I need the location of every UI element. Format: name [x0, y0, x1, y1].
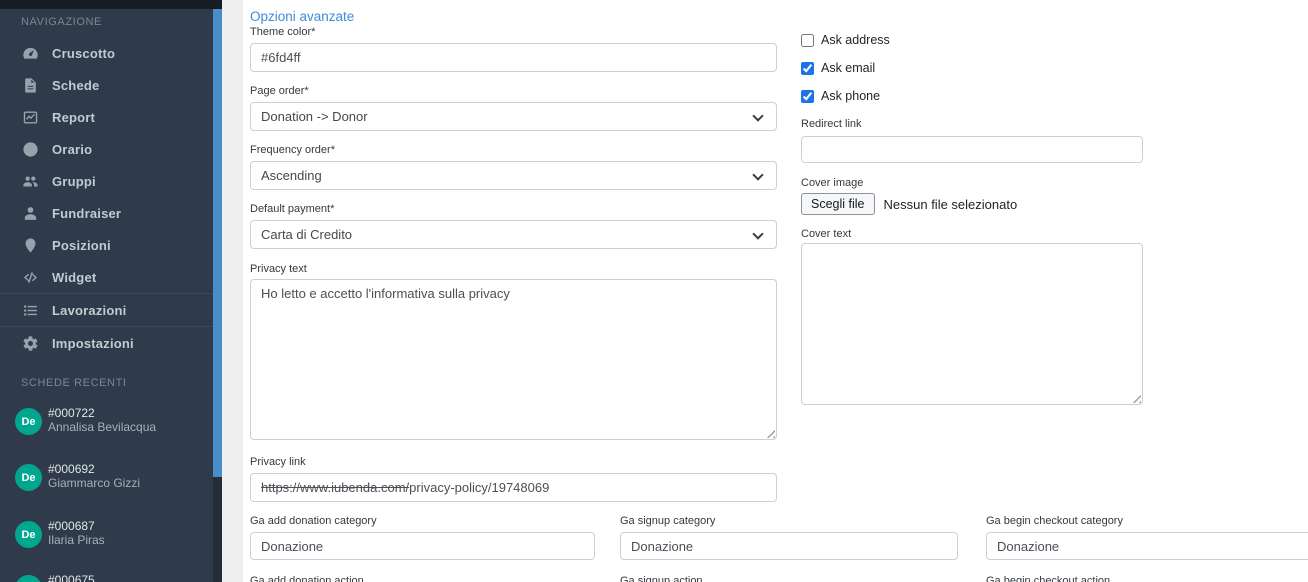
ga-add-donation-category-input[interactable] [250, 532, 595, 560]
nav-section-header: NAVIGAZIONE [21, 16, 102, 28]
sidebar-item-label: Posizioni [52, 238, 111, 253]
default-payment-label: Default payment* [250, 203, 334, 215]
ga-signup-action-label: Ga signup action [620, 575, 703, 582]
sidebar-item-orario[interactable]: Orario [0, 133, 213, 165]
privacy-link-input[interactable]: https://www.iubenda.com/privacy-policy/1… [250, 473, 777, 502]
ask-phone-label: Ask phone [821, 89, 880, 103]
sidebar: NAVIGAZIONE Cruscotto Schede Report Orar… [0, 0, 213, 582]
frequency-order-label: Frequency order* [250, 144, 335, 156]
ga-begin-checkout-category-label: Ga begin checkout category [986, 515, 1123, 527]
sidebar-item-posizioni[interactable]: Posizioni [0, 229, 213, 261]
cover-text-textarea[interactable] [801, 243, 1143, 405]
avatar: De [15, 408, 42, 435]
cover-image-file-input: Scegli file Nessun file selezionato [801, 193, 1017, 215]
frequency-order-value: Ascending [261, 168, 322, 183]
recent-card-item[interactable]: De #000722 Annalisa Bevilacqua [0, 406, 213, 440]
code-icon [22, 269, 39, 286]
chevron-down-icon [752, 110, 763, 121]
dashboard-icon [22, 45, 39, 62]
page-order-value: Donation -> Donor [261, 109, 368, 124]
app-window: NAVIGAZIONE Cruscotto Schede Report Orar… [0, 0, 1308, 582]
theme-color-label: Theme color* [250, 26, 315, 38]
recent-card-item[interactable]: De #000687 Ilaria Piras [0, 519, 213, 553]
ask-email-label: Ask email [821, 61, 875, 75]
recent-card-id: #000675 [48, 573, 95, 582]
sidebar-item-label: Schede [52, 78, 99, 93]
sidebar-item-widget[interactable]: Widget [0, 261, 213, 293]
tasks-icon [22, 302, 39, 319]
gear-icon [22, 335, 39, 352]
chevron-down-icon [752, 228, 763, 239]
recent-card-id: #000692 [48, 462, 95, 476]
recent-card-id: #000687 [48, 519, 95, 533]
recent-card-name: Ilaria Piras [48, 533, 105, 547]
sidebar-item-label: Orario [52, 142, 92, 157]
choose-file-button[interactable]: Scegli file [801, 193, 875, 215]
privacy-link-struck-text: https://www.iubenda.com/ [261, 480, 409, 495]
file-icon [22, 77, 39, 94]
sidebar-item-fundraiser[interactable]: Fundraiser [0, 197, 213, 229]
redirect-link-input[interactable] [801, 136, 1143, 163]
privacy-text-label: Privacy text [250, 263, 307, 275]
recent-card-item[interactable]: De #000675 [0, 573, 213, 582]
recent-card-name: Giammarco Gizzi [48, 476, 140, 490]
privacy-link-label: Privacy link [250, 456, 306, 468]
recent-section-header: SCHEDE RECENTI [21, 377, 127, 389]
ask-email-row: Ask email [801, 61, 875, 75]
sidebar-item-label: Fundraiser [52, 206, 121, 221]
map-pin-icon [22, 237, 39, 254]
chart-icon [22, 109, 39, 126]
clock-icon [22, 141, 39, 158]
default-payment-value: Carta di Credito [261, 227, 352, 242]
ask-address-row: Ask address [801, 33, 890, 47]
sidebar-item-lavorazioni[interactable]: Lavorazioni [0, 294, 213, 326]
ask-email-checkbox[interactable] [801, 62, 814, 75]
cover-image-label: Cover image [801, 177, 863, 189]
chevron-down-icon [752, 169, 763, 180]
ask-phone-checkbox[interactable] [801, 90, 814, 103]
ga-add-donation-action-label: Ga add donation action [250, 575, 364, 582]
sidebar-scrollbar [213, 0, 222, 582]
recent-card-id: #000722 [48, 406, 95, 420]
sidebar-item-label: Cruscotto [52, 46, 115, 61]
recent-card-item[interactable]: De #000692 Giammarco Gizzi [0, 462, 213, 496]
default-payment-select[interactable]: Carta di Credito [250, 220, 777, 249]
ga-add-donation-category-label: Ga add donation category [250, 515, 377, 527]
cover-text-label: Cover text [801, 228, 851, 240]
sidebar-item-label: Impostazioni [52, 336, 134, 351]
top-bar [0, 0, 222, 9]
recent-card-name: Annalisa Bevilacqua [48, 420, 156, 434]
sidebar-item-label: Widget [52, 270, 96, 285]
sidebar-item-label: Gruppi [52, 174, 96, 189]
user-icon [22, 205, 39, 222]
privacy-link-rest-text: privacy-policy/19748069 [409, 480, 549, 495]
sidebar-item-cruscotto[interactable]: Cruscotto [0, 37, 213, 69]
frequency-order-select[interactable]: Ascending [250, 161, 777, 190]
page-order-label: Page order* [250, 85, 309, 97]
avatar: De [15, 464, 42, 491]
avatar: De [15, 521, 42, 548]
advanced-options-link[interactable]: Opzioni avanzate [250, 9, 354, 24]
users-icon [22, 173, 39, 190]
ask-phone-row: Ask phone [801, 89, 880, 103]
ga-signup-category-label: Ga signup category [620, 515, 715, 527]
scrollbar-thumb[interactable] [213, 9, 222, 477]
sidebar-item-report[interactable]: Report [0, 101, 213, 133]
page-order-select[interactable]: Donation -> Donor [250, 102, 777, 131]
theme-color-input[interactable] [250, 43, 777, 72]
sidebar-item-gruppi[interactable]: Gruppi [0, 165, 213, 197]
privacy-text-textarea[interactable]: Ho letto e accetto l'informativa sulla p… [250, 279, 777, 440]
sidebar-item-label: Report [52, 110, 95, 125]
ask-address-checkbox[interactable] [801, 34, 814, 47]
sidebar-item-label: Lavorazioni [52, 303, 126, 318]
avatar: De [15, 575, 42, 582]
sidebar-item-impostazioni[interactable]: Impostazioni [0, 327, 213, 359]
ask-address-label: Ask address [821, 33, 890, 47]
file-status-text: Nessun file selezionato [884, 197, 1018, 212]
ga-begin-checkout-action-label: Ga begin checkout action [986, 575, 1110, 582]
ga-signup-category-input[interactable] [620, 532, 958, 560]
redirect-link-label: Redirect link [801, 118, 862, 130]
sidebar-item-schede[interactable]: Schede [0, 69, 213, 101]
ga-begin-checkout-category-input[interactable] [986, 532, 1308, 560]
